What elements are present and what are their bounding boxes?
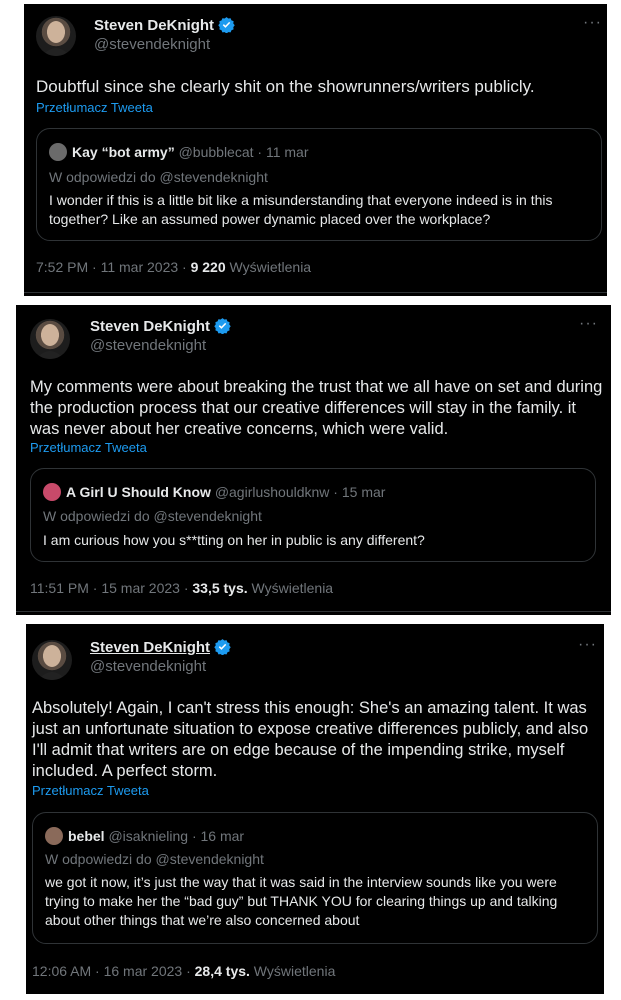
reply-to: W odpowiedzi do @stevendeknight <box>49 169 268 185</box>
quoted-author-meta: @bubblecat · 11 mar <box>178 144 309 160</box>
quoted-author-name: bebel <box>68 828 105 844</box>
view-count: 9 220 <box>190 259 226 275</box>
quoted-tweet-text: we got it now, it’s just the way that it… <box>45 874 558 928</box>
divider <box>24 292 607 293</box>
views-label: Wyświetlenia <box>247 580 334 596</box>
quoted-tweet-text: I wonder if this is a little bit like a … <box>49 192 553 227</box>
quoted-tweet-header: Kay “bot army” @bubblecat · 11 mar <box>49 143 309 161</box>
views-label: Wyświetlenia <box>225 259 312 275</box>
verified-badge-icon <box>214 318 231 334</box>
divider <box>16 611 611 612</box>
tweet-card-3: Steven DeKnight @stevendeknight ··· Abso… <box>26 624 604 994</box>
views-label: Wyświetlenia <box>249 963 336 979</box>
tweet-meta: 11:51 PM · 15 mar 2023 · 33,5 tys. Wyświ… <box>30 580 333 596</box>
avatar[interactable] <box>32 640 72 680</box>
quoted-author-name: Kay “bot army” <box>72 144 175 160</box>
tweet-text: Absolutely! Again, I can't stress this e… <box>32 699 589 780</box>
author-name[interactable]: Steven DeKnight <box>94 16 235 34</box>
quoted-tweet[interactable]: A Girl U Should Know @agirlushouldknw · … <box>30 468 596 562</box>
quoted-author-avatar <box>45 827 63 845</box>
quoted-tweet-header: A Girl U Should Know @agirlushouldknw · … <box>43 483 385 501</box>
more-options-icon[interactable]: ··· <box>579 315 598 333</box>
translate-link[interactable]: Przetłumacz Tweeta <box>32 783 149 798</box>
reply-to: W odpowiedzi do @stevendeknight <box>43 508 262 524</box>
more-options-icon[interactable]: ··· <box>578 636 597 654</box>
avatar-image <box>36 324 64 359</box>
tweet-meta: 12:06 AM · 16 mar 2023 · 28,4 tys. Wyświ… <box>32 963 335 979</box>
tweet-timestamp[interactable]: 12:06 AM · 16 mar 2023 · <box>32 963 195 979</box>
quoted-tweet[interactable]: Kay “bot army” @bubblecat · 11 mar W odp… <box>36 128 602 241</box>
avatar[interactable] <box>36 16 76 56</box>
avatar-image <box>42 21 70 56</box>
verified-badge-icon <box>214 639 231 655</box>
tweet-text: Doubtful since she clearly shit on the s… <box>36 77 535 96</box>
tweet-meta: 7:52 PM · 11 mar 2023 · 9 220 Wyświetlen… <box>36 259 311 275</box>
tweet-card-1: Steven DeKnight @stevendeknight ··· Doub… <box>24 4 607 296</box>
tweet-text: My comments were about breaking the trus… <box>30 378 603 438</box>
quoted-author-name: A Girl U Should Know <box>66 484 211 500</box>
quoted-tweet-header: bebel @isaknieling · 16 mar <box>45 827 244 845</box>
view-count: 28,4 tys. <box>194 963 250 979</box>
quoted-author-meta: @isaknieling · 16 mar <box>108 828 245 844</box>
tweet-card-2: Steven DeKnight @stevendeknight ··· My c… <box>16 305 611 615</box>
avatar-image <box>38 645 66 680</box>
translate-link[interactable]: Przetłumacz Tweeta <box>30 440 147 455</box>
reply-to: W odpowiedzi do @stevendeknight <box>45 851 264 867</box>
view-count: 33,5 tys. <box>192 580 248 596</box>
author-handle[interactable]: @stevendeknight <box>90 658 206 675</box>
tweet-timestamp[interactable]: 7:52 PM · 11 mar 2023 · <box>36 259 191 275</box>
quoted-author-avatar <box>49 143 67 161</box>
translate-link[interactable]: Przetłumacz Tweeta <box>36 100 153 115</box>
author-handle[interactable]: @stevendeknight <box>94 36 210 53</box>
verified-badge-icon <box>218 17 235 33</box>
author-handle[interactable]: @stevendeknight <box>90 337 206 354</box>
author-name[interactable]: Steven DeKnight <box>90 317 231 335</box>
quoted-tweet-text: I am curious how you s**tting on her in … <box>43 532 425 548</box>
quoted-author-avatar <box>43 483 61 501</box>
tweet-timestamp[interactable]: 11:51 PM · 15 mar 2023 · <box>30 580 192 596</box>
avatar[interactable] <box>30 319 70 359</box>
author-name[interactable]: Steven DeKnight <box>90 638 231 656</box>
quoted-author-meta: @agirlushouldknw · 15 mar <box>214 484 386 500</box>
quoted-tweet[interactable]: bebel @isaknieling · 16 mar W odpowiedzi… <box>32 812 598 944</box>
more-options-icon[interactable]: ··· <box>583 14 602 32</box>
